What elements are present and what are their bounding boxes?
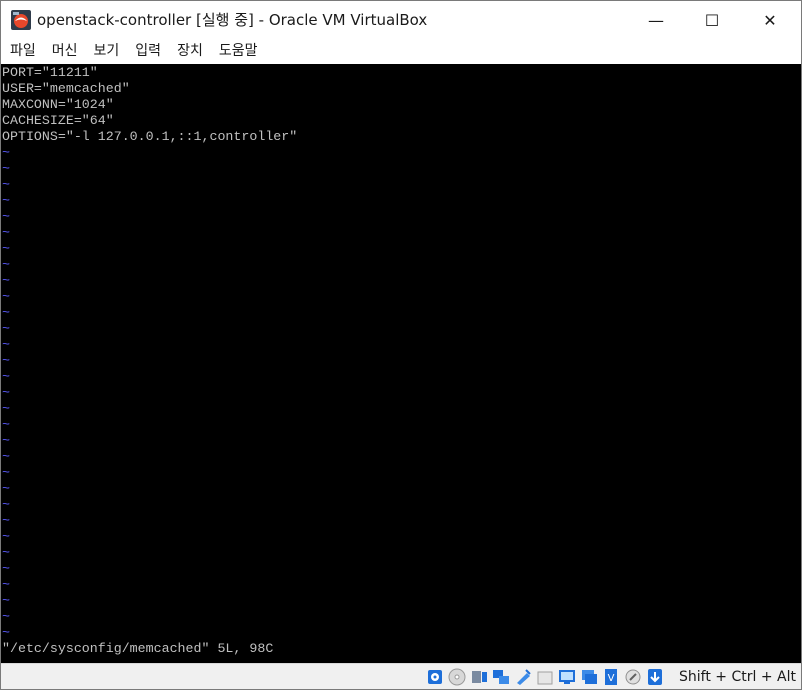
menu-view[interactable]: 보기 <box>86 39 128 64</box>
vim-empty-line-tilde: ~ <box>2 305 10 320</box>
vim-empty-line-tilde: ~ <box>2 529 10 544</box>
menu-input[interactable]: 입력 <box>127 39 169 64</box>
vim-empty-line-tilde: ~ <box>2 433 10 448</box>
vim-empty-line-tilde: ~ <box>2 513 10 528</box>
vim-empty-line-tilde: ~ <box>2 609 10 624</box>
video-capture-icon[interactable] <box>579 667 599 687</box>
shared-folders-icon[interactable] <box>535 667 555 687</box>
svg-text:V: V <box>608 673 615 684</box>
mouse-integration-icon[interactable] <box>645 667 665 687</box>
network-icon[interactable] <box>491 667 511 687</box>
vim-empty-line-tilde: ~ <box>2 545 10 560</box>
hard-disk-icon[interactable] <box>425 667 445 687</box>
maximize-button[interactable]: ☐ <box>689 1 735 39</box>
title-bar[interactable]: openstack-controller [실행 중] - Oracle VM … <box>1 1 801 39</box>
menu-machine[interactable]: 머신 <box>44 39 86 64</box>
minimize-button[interactable]: — <box>633 1 679 39</box>
vim-empty-line-tilde: ~ <box>2 289 10 304</box>
vim-empty-line-tilde: ~ <box>2 369 10 384</box>
vim-empty-line-tilde: ~ <box>2 209 10 224</box>
console-line-options: OPTIONS="-l 127.0.0.1,::1,controller" <box>2 129 298 144</box>
console-line-user: USER="memcached" <box>2 81 130 96</box>
cpu-icon[interactable]: V <box>601 667 621 687</box>
status-bar: V Shift + Ctrl + Alt <box>1 663 801 689</box>
vim-empty-line-tilde: ~ <box>2 353 10 368</box>
vim-empty-line-tilde: ~ <box>2 401 10 416</box>
menu-help[interactable]: 도움말 <box>211 39 266 64</box>
vim-empty-line-tilde: ~ <box>2 417 10 432</box>
vim-status-line: "/etc/sysconfig/memcached" 5L, 98C <box>2 641 274 656</box>
virtualbox-window: openstack-controller [실행 중] - Oracle VM … <box>0 0 802 690</box>
vim-empty-line-tilde: ~ <box>2 481 10 496</box>
console-line-maxconn: MAXCONN="1024" <box>2 97 114 112</box>
vim-empty-line-tilde: ~ <box>2 337 10 352</box>
vim-empty-line-tilde: ~ <box>2 385 10 400</box>
vim-empty-line-tilde: ~ <box>2 593 10 608</box>
virtualization-icon[interactable] <box>623 667 643 687</box>
audio-icon[interactable] <box>469 667 489 687</box>
host-key-label[interactable]: Shift + Ctrl + Alt <box>679 664 796 689</box>
vim-empty-line-tilde: ~ <box>2 625 10 640</box>
vim-empty-line-tilde: ~ <box>2 161 10 176</box>
vim-empty-line-tilde: ~ <box>2 177 10 192</box>
vim-empty-line-tilde: ~ <box>2 561 10 576</box>
vim-empty-line-tilde: ~ <box>2 497 10 512</box>
console-line-port: PORT="11211" <box>2 65 98 80</box>
device-indicators: V <box>425 667 665 687</box>
menu-file[interactable]: 파일 <box>1 39 44 64</box>
display-icon[interactable] <box>557 667 577 687</box>
close-button[interactable]: ✕ <box>747 1 793 39</box>
console-line-cachesize: CACHESIZE="64" <box>2 113 114 128</box>
vm-console-screen[interactable]: PORT="11211" USER="memcached" MAXCONN="1… <box>1 64 801 663</box>
vim-empty-line-tilde: ~ <box>2 257 10 272</box>
usb-icon[interactable] <box>513 667 533 687</box>
vim-empty-line-tilde: ~ <box>2 225 10 240</box>
vim-empty-line-tilde: ~ <box>2 577 10 592</box>
menu-devices[interactable]: 장치 <box>169 39 211 64</box>
menu-bar: 파일 머신 보기 입력 장치 도움말 <box>1 39 801 64</box>
vim-empty-line-tilde: ~ <box>2 465 10 480</box>
vim-empty-line-tilde: ~ <box>2 241 10 256</box>
vim-empty-line-tilde: ~ <box>2 273 10 288</box>
vim-empty-line-tilde: ~ <box>2 321 10 336</box>
vim-empty-line-tilde: ~ <box>2 145 10 160</box>
virtualbox-app-icon[interactable] <box>10 9 32 31</box>
optical-drive-icon[interactable] <box>447 667 467 687</box>
vim-empty-line-tilde: ~ <box>2 193 10 208</box>
window-title: openstack-controller [실행 중] - Oracle VM … <box>37 11 428 29</box>
vim-empty-line-tilde: ~ <box>2 449 10 464</box>
